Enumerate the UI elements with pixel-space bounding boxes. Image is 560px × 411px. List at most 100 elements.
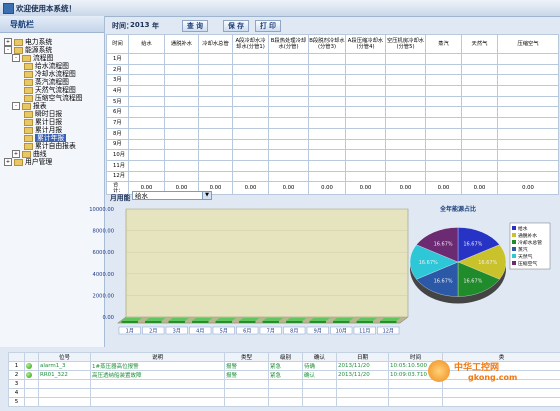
data-cell[interactable] (268, 53, 309, 65)
data-cell[interactable] (425, 117, 462, 129)
chevron-down-icon[interactable]: ▼ (202, 192, 211, 199)
data-cell[interactable] (461, 74, 498, 87)
alarm-row[interactable]: 5 (8, 397, 560, 407)
data-cell[interactable] (268, 149, 309, 161)
data-cell[interactable] (425, 138, 462, 151)
data-cell[interactable] (268, 138, 309, 151)
data-cell[interactable] (268, 85, 309, 97)
data-cell[interactable] (128, 138, 165, 151)
data-cell[interactable] (385, 159, 426, 172)
data-cell[interactable] (425, 106, 462, 119)
data-cell[interactable] (425, 127, 462, 140)
data-cell[interactable] (232, 63, 269, 76)
query-button[interactable]: 查 询 (182, 20, 208, 32)
data-cell[interactable] (232, 95, 269, 108)
data-cell[interactable] (385, 95, 426, 108)
data-cell[interactable] (425, 95, 462, 108)
data-cell[interactable] (461, 53, 498, 65)
data-cell[interactable] (164, 138, 199, 151)
data-cell[interactable] (198, 117, 233, 129)
data-cell[interactable] (308, 53, 346, 65)
data-cell[interactable] (345, 53, 386, 65)
data-cell[interactable] (128, 53, 165, 65)
data-cell[interactable] (308, 95, 346, 108)
data-cell[interactable] (308, 74, 346, 87)
data-cell[interactable] (425, 149, 462, 161)
data-cell[interactable] (198, 74, 233, 87)
data-cell[interactable] (345, 138, 386, 151)
data-cell[interactable] (128, 85, 165, 97)
data-cell[interactable] (497, 106, 559, 119)
data-cell[interactable] (497, 63, 559, 76)
data-cell[interactable] (232, 53, 269, 65)
data-cell[interactable] (128, 170, 165, 183)
data-cell[interactable] (385, 138, 426, 151)
data-cell[interactable] (232, 149, 269, 161)
data-cell[interactable] (198, 106, 233, 119)
data-cell[interactable] (461, 106, 498, 119)
data-cell[interactable] (232, 106, 269, 119)
data-cell[interactable] (425, 170, 462, 183)
data-cell[interactable] (198, 159, 233, 172)
data-cell[interactable] (164, 74, 199, 87)
data-cell[interactable] (268, 127, 309, 140)
data-cell[interactable] (268, 95, 309, 108)
data-cell[interactable] (198, 53, 233, 65)
data-cell[interactable] (268, 106, 309, 119)
data-cell[interactable] (232, 74, 269, 87)
data-cell[interactable] (308, 117, 346, 129)
data-cell[interactable] (461, 159, 498, 172)
data-cell[interactable] (345, 159, 386, 172)
data-cell[interactable] (497, 159, 559, 172)
data-cell[interactable] (345, 127, 386, 140)
data-cell[interactable] (198, 170, 233, 183)
data-cell[interactable] (232, 159, 269, 172)
data-cell[interactable] (268, 117, 309, 129)
data-cell[interactable] (497, 95, 559, 108)
data-cell[interactable] (268, 63, 309, 76)
data-cell[interactable] (461, 85, 498, 97)
data-cell[interactable] (164, 127, 199, 140)
data-cell[interactable] (164, 170, 199, 183)
data-cell[interactable] (198, 85, 233, 97)
data-cell[interactable] (385, 170, 426, 183)
data-cell[interactable] (164, 63, 199, 76)
data-cell[interactable] (461, 138, 498, 151)
data-cell[interactable] (461, 149, 498, 161)
data-cell[interactable] (385, 106, 426, 119)
data-cell[interactable] (385, 85, 426, 97)
data-cell[interactable] (308, 159, 346, 172)
data-cell[interactable] (425, 63, 462, 76)
data-cell[interactable] (308, 170, 346, 183)
data-cell[interactable] (128, 95, 165, 108)
data-cell[interactable] (308, 106, 346, 119)
data-cell[interactable] (198, 138, 233, 151)
data-cell[interactable] (308, 149, 346, 161)
data-cell[interactable] (308, 85, 346, 97)
data-cell[interactable] (128, 149, 165, 161)
data-cell[interactable] (497, 138, 559, 151)
data-cell[interactable] (497, 53, 559, 65)
energy-type-select[interactable]: 给水 ▼ (132, 191, 212, 200)
data-cell[interactable] (232, 170, 269, 183)
data-cell[interactable] (461, 127, 498, 140)
data-cell[interactable] (128, 117, 165, 129)
data-cell[interactable] (198, 127, 233, 140)
data-cell[interactable] (268, 170, 309, 183)
collapse-icon[interactable]: - (12, 102, 20, 110)
data-cell[interactable] (385, 74, 426, 87)
data-cell[interactable] (308, 63, 346, 76)
data-cell[interactable] (345, 117, 386, 129)
data-cell[interactable] (461, 117, 498, 129)
data-cell[interactable] (461, 63, 498, 76)
data-cell[interactable] (198, 63, 233, 76)
data-cell[interactable] (385, 149, 426, 161)
data-cell[interactable] (164, 85, 199, 97)
data-cell[interactable] (128, 63, 165, 76)
data-cell[interactable] (268, 159, 309, 172)
data-cell[interactable] (164, 149, 199, 161)
data-cell[interactable] (232, 138, 269, 151)
data-cell[interactable] (232, 85, 269, 97)
data-cell[interactable] (308, 127, 346, 140)
data-cell[interactable] (461, 95, 498, 108)
